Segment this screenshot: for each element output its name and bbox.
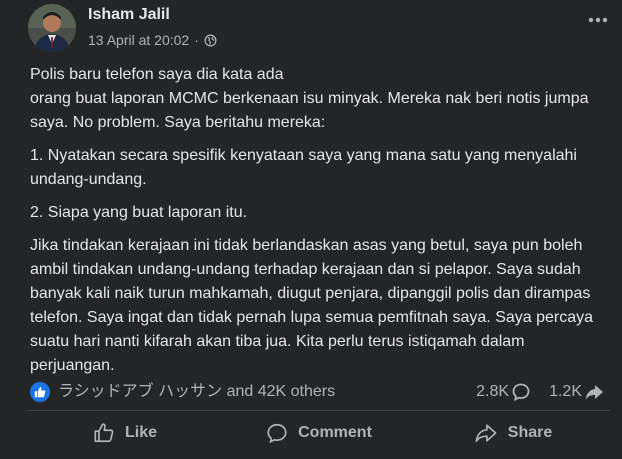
comment-bubble-icon: [512, 383, 530, 402]
comment-button[interactable]: Comment: [222, 414, 416, 452]
post-timestamp[interactable]: 13 April at 20:02: [88, 32, 189, 48]
like-button[interactable]: Like: [28, 414, 222, 452]
like-reaction-icon: [30, 382, 50, 402]
reactions-summary[interactable]: ラシッドアブ ハッサン and 42K others: [30, 380, 335, 404]
globe-icon[interactable]: [204, 34, 217, 47]
thumbs-up-icon: [94, 423, 114, 443]
post-meta: 13 April at 20:02 ·: [88, 32, 217, 48]
post-stats: ラシッドアブ ハッサン and 42K others 2.8K 1.2K: [30, 380, 612, 404]
reactions-text[interactable]: ラシッドアブ ハッサン and 42K others: [58, 380, 335, 404]
post-actions: Like Comment Share: [28, 414, 610, 452]
share-arrow-icon: [585, 385, 603, 400]
post-header: Isham Jalil 13 April at 20:02 ·: [0, 0, 622, 60]
like-label: Like: [124, 424, 157, 441]
profile-photo: [28, 4, 76, 52]
comment-label: Comment: [298, 424, 372, 441]
actions-divider: [28, 410, 610, 411]
shares-count[interactable]: 1.2K: [549, 380, 604, 404]
post-paragraph: 2. Siapa yang buat laporan itu.: [30, 204, 248, 221]
post-paragraph: 1. Nyatakan secara spesifik kenyataan sa…: [30, 147, 577, 188]
author-name[interactable]: Isham Jalil: [88, 6, 170, 24]
comments-count[interactable]: 2.8K: [476, 380, 531, 404]
facebook-post: Isham Jalil 13 April at 20:02 · Polis ba…: [0, 0, 622, 459]
share-icon: [475, 424, 497, 443]
meta-separator: ·: [194, 32, 199, 48]
comments-count-value: 2.8K: [476, 383, 510, 400]
more-options-icon[interactable]: [584, 10, 612, 30]
post-paragraph: Jika tindakan kerajaan ini tidak berland…: [30, 237, 594, 374]
shares-count-value: 1.2K: [549, 383, 582, 400]
engagement-counts: 2.8K 1.2K: [458, 380, 604, 404]
avatar[interactable]: [28, 4, 76, 52]
share-label: Share: [507, 424, 553, 441]
comment-icon: [267, 423, 287, 444]
share-button[interactable]: Share: [416, 414, 610, 452]
post-paragraph: Polis baru telefon saya dia kata ada ora…: [30, 66, 589, 131]
post-body: Polis baru telefon saya dia kata ada ora…: [30, 63, 610, 387]
